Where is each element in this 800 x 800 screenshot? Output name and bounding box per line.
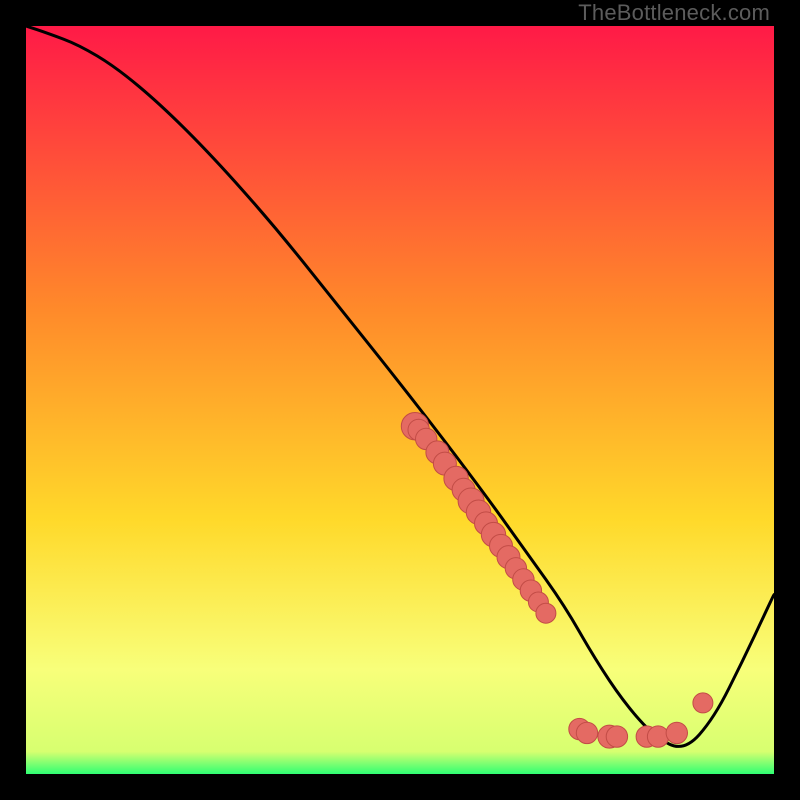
scatter-dot — [606, 726, 627, 747]
scatter-dot — [536, 603, 556, 623]
gradient-background — [26, 26, 774, 774]
scatter-dot — [647, 726, 668, 747]
scatter-dot — [693, 693, 713, 713]
bottleneck-curve-chart — [26, 26, 774, 774]
plot-area — [26, 26, 774, 774]
scatter-dot — [576, 722, 597, 743]
chart-frame: TheBottleneck.com — [0, 0, 800, 800]
scatter-dot — [666, 722, 687, 743]
watermark-text: TheBottleneck.com — [578, 0, 770, 26]
